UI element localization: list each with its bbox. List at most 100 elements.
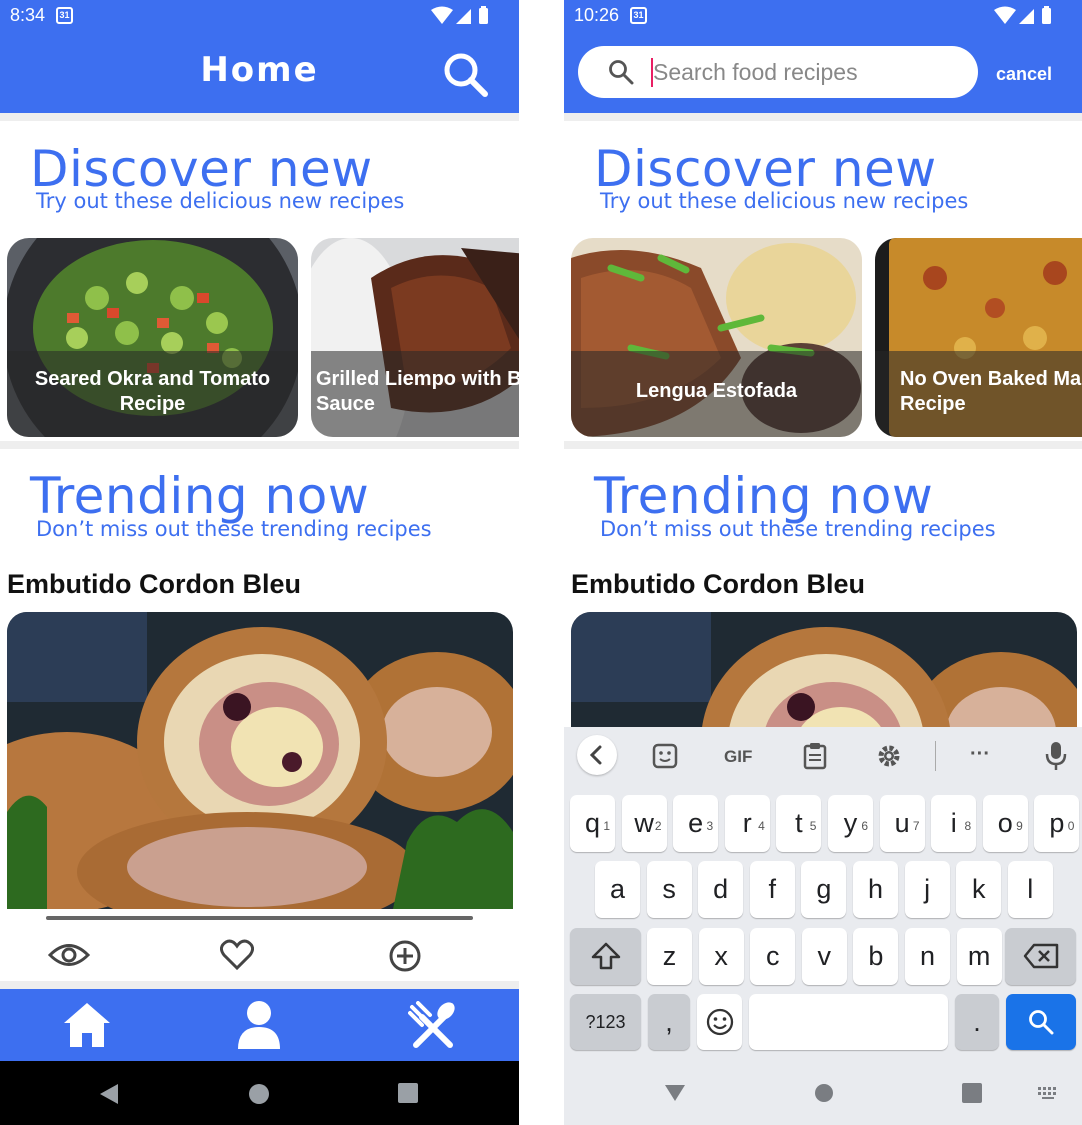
home-button-icon[interactable] — [248, 1083, 270, 1105]
restaurant-icon[interactable] — [408, 1001, 458, 1051]
back-icon[interactable] — [664, 1083, 686, 1103]
key-a[interactable]: a — [595, 861, 640, 918]
key-l[interactable]: l — [1007, 861, 1053, 918]
search-action-key[interactable] — [1006, 994, 1076, 1050]
featured-recipe-title: Embutido Cordon Bleu — [7, 569, 301, 599]
key-k[interactable]: k — [956, 861, 1002, 918]
recipe-card-label: Grilled Liempo with B Sauce — [316, 368, 519, 415]
home-button-icon[interactable] — [814, 1083, 834, 1103]
key-label: i — [950, 808, 957, 838]
key-j[interactable]: j — [904, 861, 950, 918]
key-hint: 1 — [603, 819, 610, 833]
key-w[interactable]: w2 — [621, 795, 667, 852]
key-d[interactable]: d — [698, 861, 744, 918]
sticker-icon[interactable] — [652, 741, 678, 771]
recipe-card-label: No Oven Baked Ma Recipe — [900, 368, 1082, 415]
key-label: y — [843, 808, 858, 838]
search-icon[interactable] — [441, 50, 489, 98]
keyboard-switch-icon[interactable] — [1038, 1087, 1060, 1099]
key-m[interactable]: m — [956, 928, 1002, 985]
cancel-button[interactable]: cancel — [996, 64, 1052, 85]
more-options-button[interactable]: ··· — [970, 743, 990, 766]
featured-recipe-image[interactable] — [571, 612, 1077, 727]
key-label: o — [997, 808, 1013, 838]
key-p[interactable]: p0 — [1034, 795, 1080, 852]
home-screen: 8:34 31 Home Discover new Try out these … — [0, 0, 519, 1125]
trending-subtitle: Don’t miss out these trending recipes — [36, 517, 432, 541]
system-status-icons — [994, 6, 1051, 24]
shift-key[interactable] — [570, 928, 641, 985]
key-s[interactable]: s — [646, 861, 692, 918]
backspace-key[interactable] — [1005, 928, 1076, 985]
recents-icon[interactable] — [962, 1083, 982, 1103]
comma-key[interactable]: , — [648, 994, 690, 1050]
recents-icon[interactable] — [398, 1083, 418, 1103]
key-label: p — [1049, 808, 1065, 838]
status-time: 10:26 — [574, 5, 620, 25]
collapse-toolbar-button[interactable] — [577, 735, 617, 775]
space-key[interactable] — [749, 994, 948, 1050]
divider — [564, 441, 1082, 449]
key-label: q — [584, 808, 601, 838]
app-bar: Home — [0, 32, 519, 113]
bottom-navigation — [0, 989, 519, 1061]
divider — [0, 981, 519, 989]
key-x[interactable]: x — [698, 928, 744, 985]
toolbar-divider — [935, 741, 936, 771]
key-hint: 9 — [1016, 819, 1023, 833]
add-circle-icon[interactable] — [388, 939, 422, 973]
featured-photo — [7, 612, 513, 909]
key-i[interactable]: i8 — [931, 795, 977, 852]
eye-icon[interactable] — [48, 940, 90, 970]
search-screen: 10:26 31 Search food recipes cancel Disc… — [564, 0, 1082, 1125]
calendar-icon: 31 — [630, 7, 647, 24]
recipe-card[interactable]: Seared Okra and Tomato Recipe — [7, 238, 298, 437]
key-c[interactable]: c — [750, 928, 796, 985]
microphone-icon[interactable] — [1045, 741, 1067, 771]
heart-icon[interactable] — [220, 938, 254, 972]
recipe-card-label: Lengua Estofada — [635, 380, 798, 402]
key-z[interactable]: z — [647, 928, 692, 985]
system-status-icons — [431, 6, 488, 24]
key-u[interactable]: u7 — [879, 795, 925, 852]
recipe-card[interactable]: No Oven Baked Ma Recipe — [875, 238, 1082, 437]
key-n[interactable]: n — [905, 928, 950, 985]
search-bar[interactable]: Search food recipes — [578, 46, 978, 98]
symbols-key[interactable]: ?123 — [570, 994, 641, 1050]
key-r[interactable]: r4 — [724, 795, 770, 852]
key-q[interactable]: q1 — [570, 795, 615, 852]
key-v[interactable]: v — [801, 928, 847, 985]
shift-icon — [591, 942, 620, 970]
featured-recipe-image[interactable] — [7, 612, 513, 909]
recipe-card[interactable]: Grilled Liempo with B Sauce — [311, 238, 519, 437]
recipe-card[interactable]: Lengua Estofada — [571, 238, 862, 437]
recipe-card-label: Seared Okra and Tomato Recipe — [34, 368, 271, 415]
emoji-icon — [706, 1008, 733, 1036]
discover-subtitle: Try out these delicious new recipes — [36, 189, 405, 213]
key-o[interactable]: o9 — [982, 795, 1028, 852]
key-y[interactable]: y6 — [828, 795, 873, 852]
divider — [564, 113, 1082, 121]
key-hint: 4 — [758, 819, 765, 833]
clipboard-icon[interactable] — [803, 741, 827, 771]
key-b[interactable]: b — [853, 928, 899, 985]
key-h[interactable]: h — [853, 861, 898, 918]
key-g[interactable]: g — [801, 861, 847, 918]
period-key[interactable]: . — [955, 994, 999, 1050]
person-icon[interactable] — [236, 999, 282, 1051]
scroll-indicator — [46, 916, 473, 920]
key-t[interactable]: t5 — [776, 795, 822, 852]
key-label: r — [742, 808, 752, 838]
search-input[interactable]: Search food recipes — [653, 59, 858, 86]
gif-button[interactable]: GIF — [724, 747, 752, 767]
home-icon[interactable] — [62, 1001, 112, 1049]
key-f[interactable]: f — [749, 861, 795, 918]
key-hint: 3 — [706, 819, 714, 833]
key-e[interactable]: e3 — [673, 795, 719, 852]
back-icon[interactable] — [98, 1082, 120, 1106]
app-bar: Search food recipes cancel — [564, 32, 1082, 113]
emoji-key[interactable] — [697, 994, 742, 1050]
status-time: 8:34 — [10, 5, 46, 25]
gear-icon[interactable] — [876, 741, 902, 771]
discover-subtitle: Try out these delicious new recipes — [600, 189, 969, 213]
